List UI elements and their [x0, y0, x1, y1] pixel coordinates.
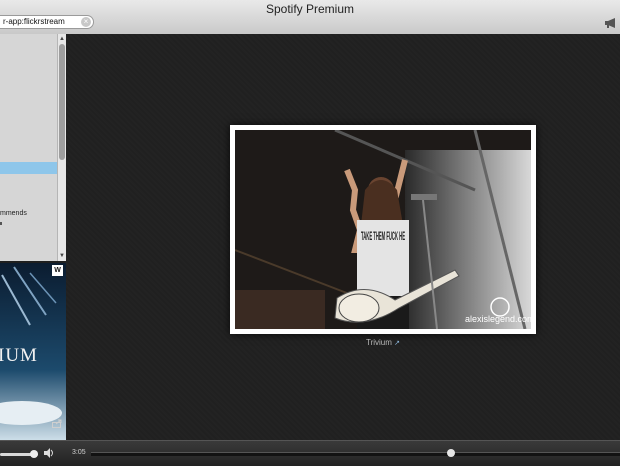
progress-knob[interactable] — [446, 449, 455, 457]
scroll-up-icon[interactable]: ▲ — [59, 36, 65, 42]
volume-knob[interactable] — [30, 450, 39, 458]
scroll-down-icon[interactable]: ▼ — [59, 253, 65, 259]
photo-frame[interactable]: TAKE THEM FUCK HE alexislegend.com — [230, 125, 536, 334]
title-bar: Spotify Premium r-app:flickrstream × — [0, 0, 620, 35]
album-title: IUM — [0, 345, 38, 366]
search-input-value: r-app:flickrstream — [3, 17, 65, 26]
progress-bar[interactable] — [91, 452, 620, 456]
main-view: TAKE THEM FUCK HE alexislegend.com Trivi… — [66, 34, 620, 440]
album-cover[interactable]: IUM W — [0, 263, 66, 441]
window-title: Spotify Premium — [265, 2, 355, 16]
speaker-icon[interactable] — [44, 447, 54, 459]
external-link-icon[interactable]: ↗ — [394, 340, 400, 347]
clear-search-icon[interactable]: × — [81, 17, 91, 27]
player-bar: 3:05 — [0, 440, 620, 466]
share-icon[interactable] — [52, 419, 63, 428]
artist-link[interactable]: Trivium — [366, 338, 392, 347]
sidebar-scrollbar[interactable]: ▲ ▼ — [57, 34, 66, 261]
list-item-marker — [0, 222, 2, 225]
sidebar: mmends ▲ ▼ IUM W — [0, 34, 66, 441]
photo-watermark: alexislegend.com — [465, 314, 531, 324]
playlist-list[interactable]: mmends — [0, 34, 57, 261]
elapsed-time: 3:05 — [72, 449, 86, 456]
label-badge: W — [52, 265, 63, 276]
shirt-text: TAKE THEM FUCK HE — [361, 229, 405, 243]
photo-caption: Trivium ↗ — [366, 338, 400, 347]
sidebar-item-recommends[interactable]: mmends — [0, 210, 27, 217]
search-input[interactable]: r-app:flickrstream × — [0, 15, 94, 29]
selected-playlist-item[interactable] — [0, 162, 57, 174]
concert-photo: TAKE THEM FUCK HE alexislegend.com — [235, 130, 531, 329]
scrollbar-thumb[interactable] — [59, 44, 65, 160]
megaphone-icon[interactable] — [604, 17, 618, 29]
